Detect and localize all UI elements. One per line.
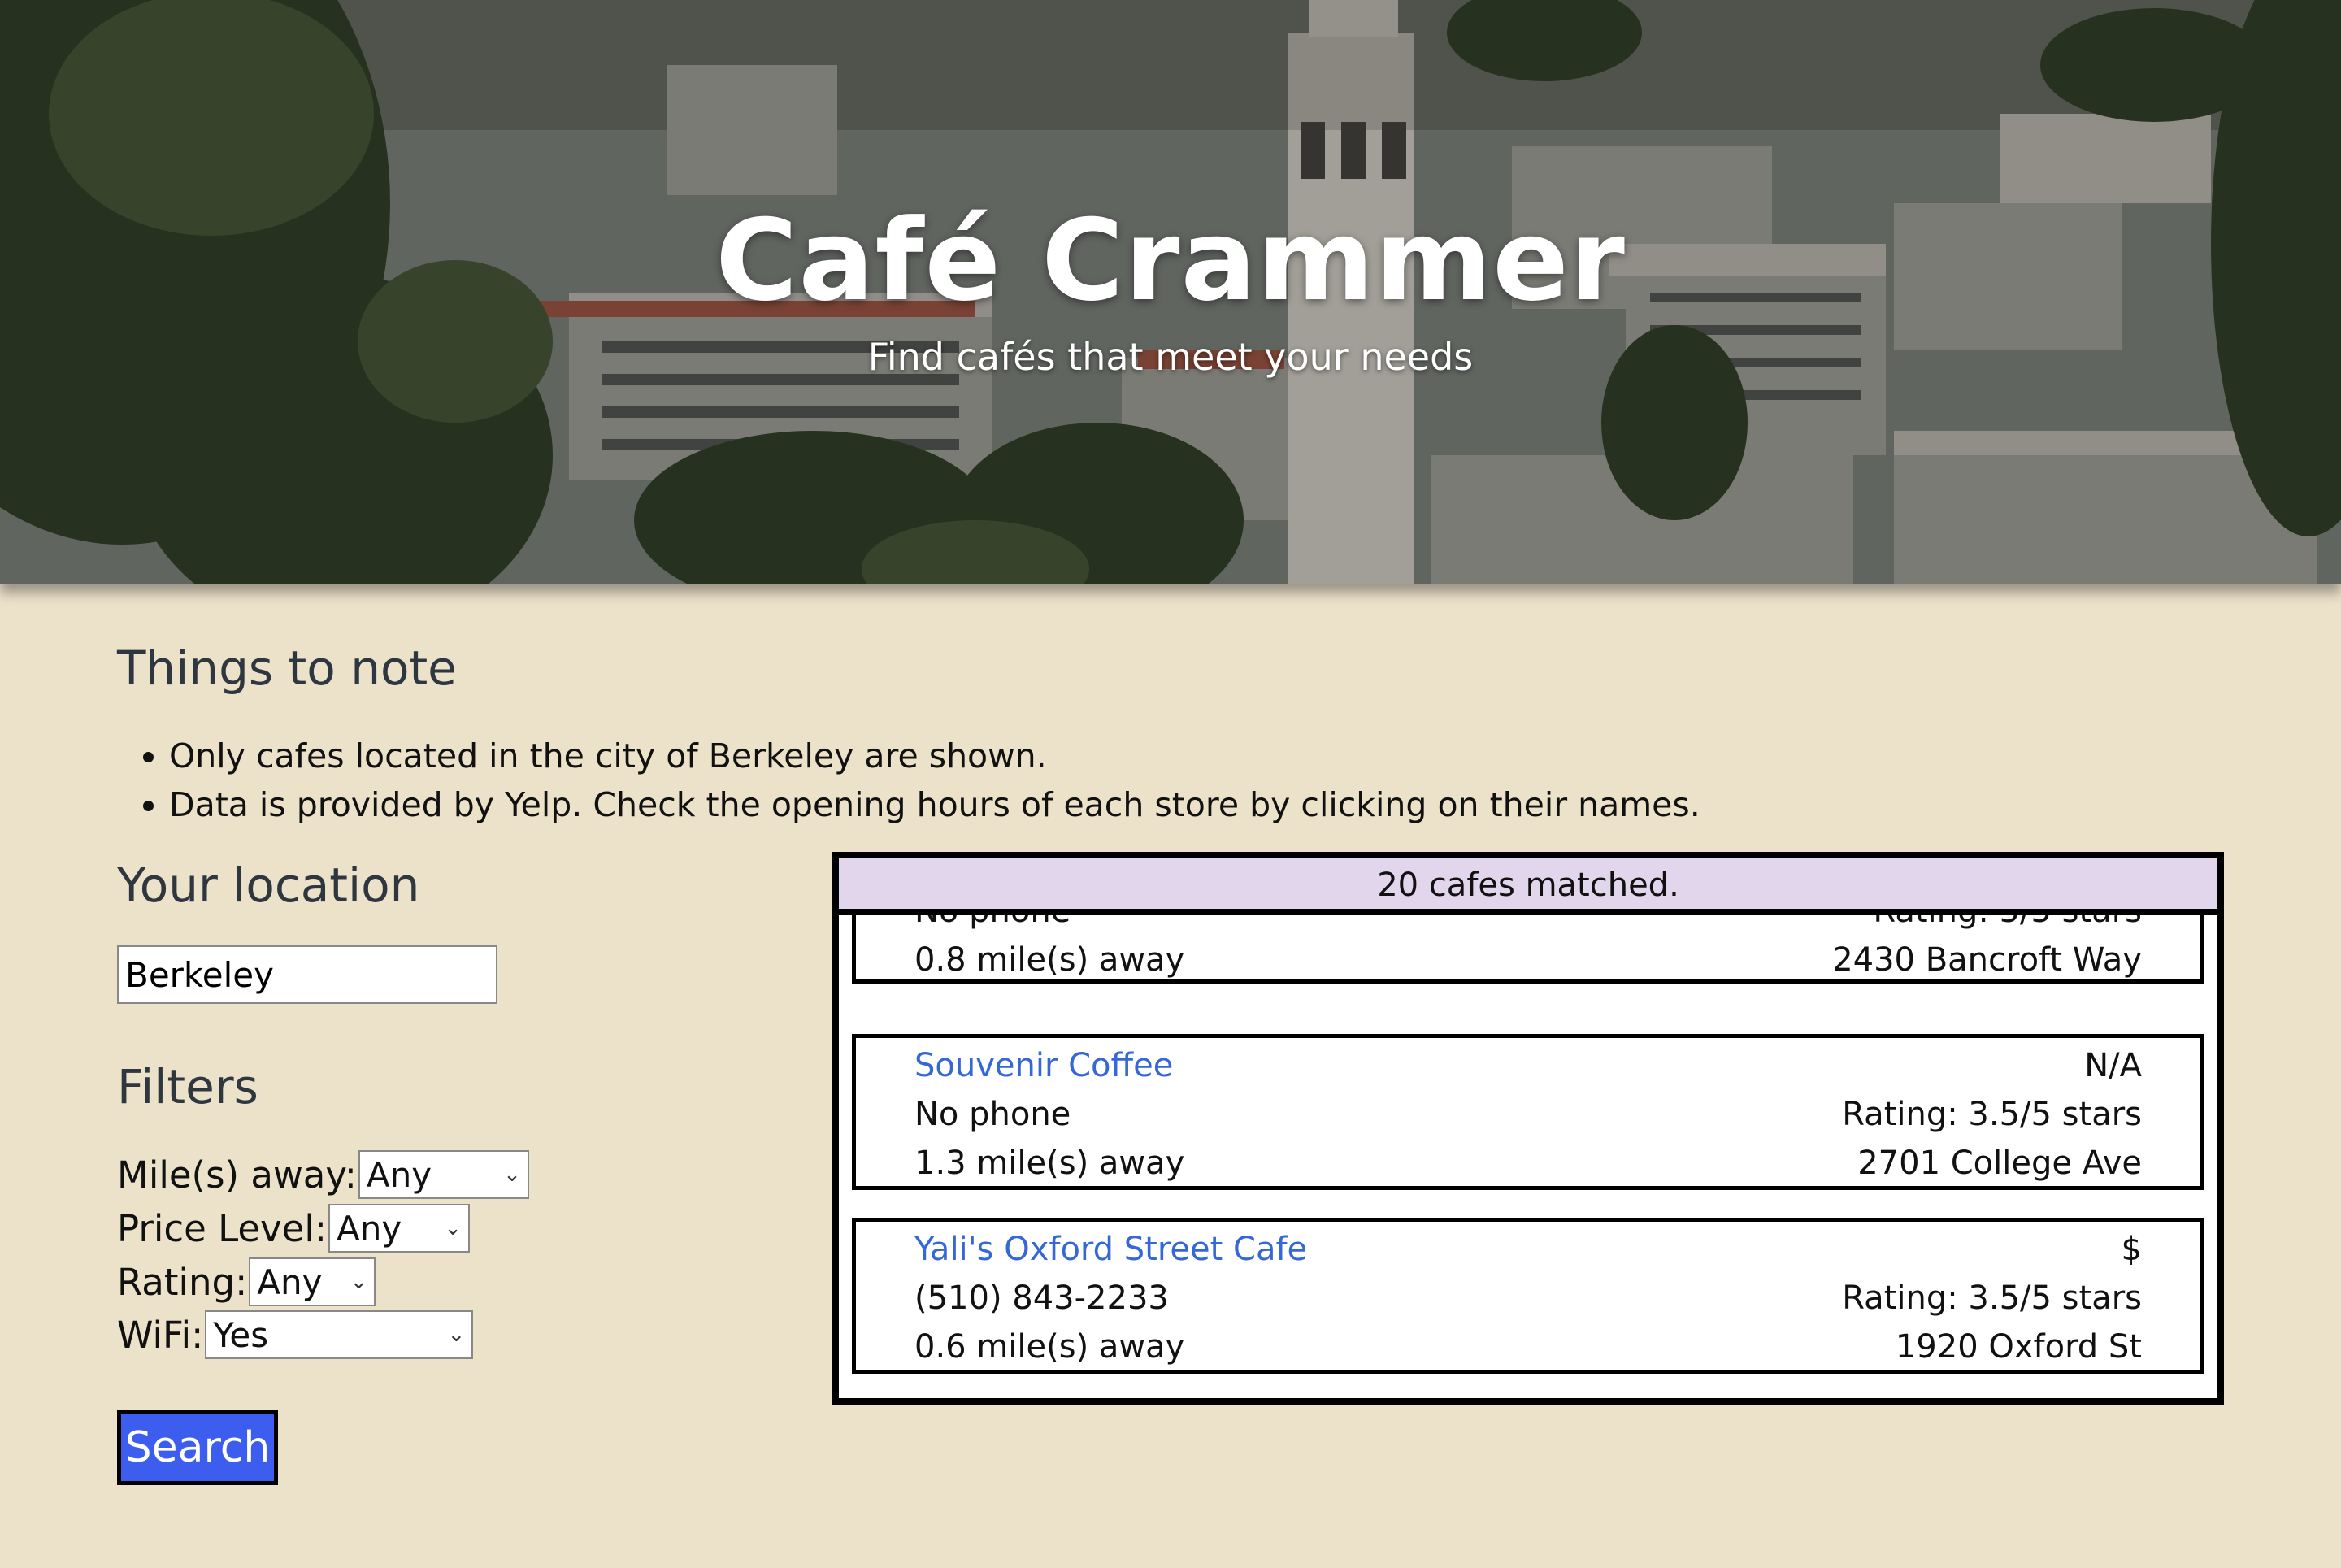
cafe-distance: 1.3 mile(s) away bbox=[914, 1145, 1185, 1182]
cafe-rating: Rating: 3.5/5 stars bbox=[1842, 1279, 2142, 1317]
results-summary: 20 cafes matched. bbox=[839, 858, 2217, 915]
miles-select-value: Any bbox=[366, 1154, 432, 1195]
filter-rating: Rating: Any ⌄ bbox=[117, 1257, 376, 1306]
cafe-distance: 0.6 mile(s) away bbox=[914, 1328, 1185, 1366]
cafe-price: N/A bbox=[2084, 1047, 2142, 1084]
site-title: Café Crammer bbox=[715, 195, 1626, 326]
search-button[interactable]: Search bbox=[117, 1410, 278, 1485]
card-row: 0.6 mile(s) away 1920 Oxford St bbox=[856, 1323, 2200, 1371]
miles-select[interactable]: Any ⌄ bbox=[358, 1150, 529, 1199]
miles-label: Mile(s) away: bbox=[117, 1153, 357, 1197]
rating-label: Rating: bbox=[117, 1260, 248, 1304]
cafe-phone: No phone bbox=[914, 1096, 1071, 1133]
chevron-down-icon: ⌄ bbox=[350, 1270, 368, 1294]
card-row: Souvenir Coffee N/A bbox=[856, 1041, 2200, 1090]
cafe-rating: Rating: 3.5/5 stars bbox=[1842, 1096, 2142, 1133]
cafe-card: Yali's Oxford Street Cafe $ (510) 843-22… bbox=[852, 1218, 2204, 1374]
chevron-down-icon: ⌄ bbox=[447, 1323, 466, 1347]
hero-banner: Café Crammer Find cafés that meet your n… bbox=[0, 0, 2341, 584]
filter-price: Price Level: Any ⌄ bbox=[117, 1204, 471, 1253]
location-input[interactable] bbox=[117, 945, 497, 1004]
cafe-address: 2701 College Ave bbox=[1857, 1145, 2142, 1182]
card-row: 0.8 mile(s) away 2430 Bancroft Way bbox=[856, 936, 2200, 984]
card-row: No phone Rating: 3.5/5 stars bbox=[856, 1090, 2200, 1139]
cafe-address: 1920 Oxford St bbox=[1895, 1328, 2142, 1366]
price-select-value: Any bbox=[337, 1208, 402, 1249]
filter-miles: Mile(s) away: Any ⌄ bbox=[117, 1150, 529, 1199]
cafe-card: Souvenir Coffee N/A No phone Rating: 3.5… bbox=[852, 1034, 2204, 1190]
chevron-down-icon: ⌄ bbox=[503, 1162, 521, 1187]
note-item: Data is provided by Yelp. Check the open… bbox=[169, 780, 2170, 829]
card-row: (510) 843-2233 Rating: 3.5/5 stars bbox=[856, 1274, 2200, 1323]
cafe-phone: (510) 843-2233 bbox=[914, 1279, 1169, 1317]
cafe-distance: 0.8 mile(s) away bbox=[914, 941, 1185, 979]
site-subtitle: Find cafés that meet your needs bbox=[867, 335, 1474, 379]
price-label: Price Level: bbox=[117, 1206, 328, 1250]
filter-wifi: WiFi: Yes ⌄ bbox=[117, 1310, 474, 1359]
location-heading: Your location bbox=[117, 858, 420, 913]
rating-select[interactable]: Any ⌄ bbox=[249, 1257, 376, 1306]
card-row: 1.3 mile(s) away 2701 College Ave bbox=[856, 1139, 2200, 1188]
results-panel[interactable]: 20 cafes matched. No phone Rating: 5/5 s… bbox=[832, 852, 2224, 1405]
wifi-label: WiFi: bbox=[117, 1313, 204, 1357]
cafe-address: 2430 Bancroft Way bbox=[1832, 941, 2142, 979]
wifi-select-value: Yes bbox=[213, 1314, 269, 1355]
notes-heading: Things to note bbox=[117, 641, 457, 696]
cafe-name-link[interactable]: Yali's Oxford Street Cafe bbox=[914, 1231, 1307, 1268]
note-item: Only cafes located in the city of Berkel… bbox=[169, 732, 2170, 780]
chevron-down-icon: ⌄ bbox=[444, 1216, 463, 1240]
cafe-name-link[interactable]: Souvenir Coffee bbox=[914, 1047, 1173, 1084]
notes-list: Only cafes located in the city of Berkel… bbox=[138, 732, 2170, 829]
rating-select-value: Any bbox=[257, 1262, 323, 1302]
filters-heading: Filters bbox=[117, 1059, 258, 1114]
card-row: Yali's Oxford Street Cafe $ bbox=[856, 1225, 2200, 1274]
wifi-select[interactable]: Yes ⌄ bbox=[205, 1310, 474, 1359]
cafe-price: $ bbox=[2121, 1231, 2142, 1268]
price-select[interactable]: Any ⌄ bbox=[328, 1204, 471, 1253]
